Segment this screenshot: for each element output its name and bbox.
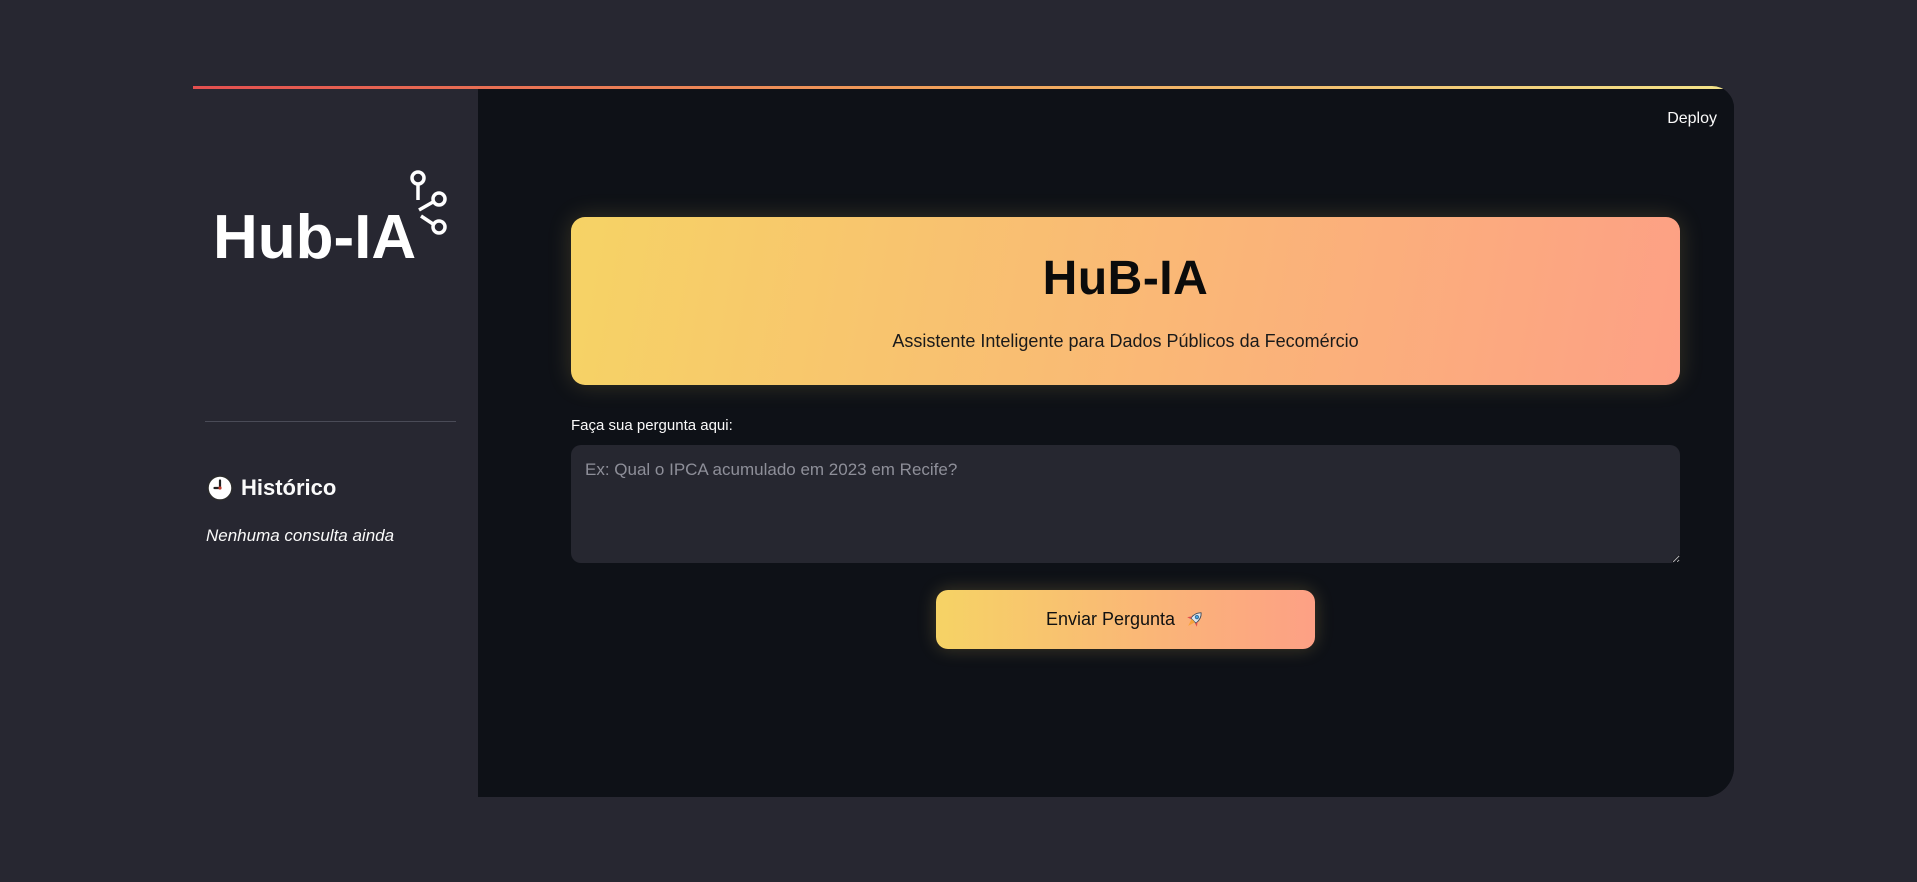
hero-banner: HuB-IA Assistente Inteligente para Dados…	[571, 217, 1680, 385]
history-empty-message: Nenhuma consulta ainda	[206, 526, 395, 545]
sidebar-divider	[205, 421, 456, 422]
hero-title: HuB-IA	[1042, 252, 1209, 305]
question-label: Faça sua pergunta aqui:	[571, 417, 733, 434]
top-gradient-bar	[193, 86, 1734, 89]
sidebar: Hub-IA Histórico Nenhuma consulta ainda	[193, 86, 478, 797]
send-question-button[interactable]: Enviar Pergunta	[936, 590, 1315, 649]
deploy-button[interactable]: Deploy	[1667, 110, 1717, 128]
main-content: Deploy HuB-IA Assistente Inteligente par…	[478, 86, 1734, 797]
svg-text:Hub-IA: Hub-IA	[213, 203, 416, 270]
history-header: Histórico	[207, 475, 336, 501]
app-window: Hub-IA Histórico Nenhuma consulta ainda …	[193, 86, 1734, 797]
clock-icon	[207, 475, 233, 501]
hero-subtitle: Assistente Inteligente para Dados Públic…	[892, 331, 1359, 351]
send-question-label: Enviar Pergunta	[1045, 609, 1176, 629]
history-title: Histórico	[241, 475, 337, 500]
hub-ia-logo: Hub-IA	[213, 170, 453, 270]
question-input[interactable]	[571, 445, 1680, 563]
rocket-icon	[1187, 611, 1202, 627]
